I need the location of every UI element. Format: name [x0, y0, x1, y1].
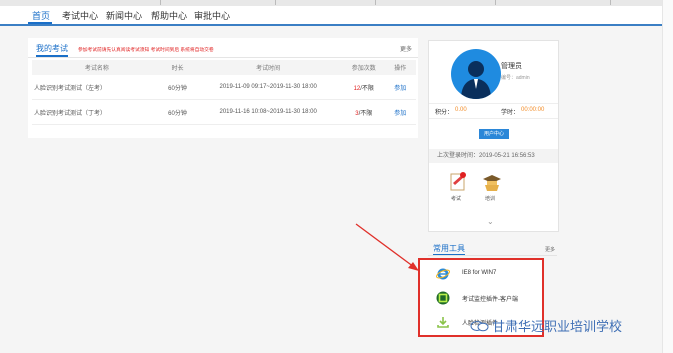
user-avatar-icon [461, 61, 491, 99]
divider [428, 255, 557, 256]
browser-tab[interactable] [495, 0, 611, 5]
exam-attempts: 12/不限 [343, 75, 385, 100]
exam-notice: 参加考试前请先认真阅读考试须知 考试时间到后 系统将自动交卷 [78, 46, 214, 53]
nav-help-center[interactable]: 帮助中心 [151, 9, 187, 22]
tool-item-ie8[interactable]: IE8 for WIN7 [436, 265, 544, 283]
exam-icon[interactable] [447, 171, 469, 193]
user-name: 管理员 [501, 63, 522, 70]
top-navigation: 首页 考试中心 新闻中心 帮助中心 审批中心 [0, 6, 673, 26]
exam-name: 人脸识别考试测试（丁考） [32, 99, 162, 125]
nav-active-indicator [28, 22, 52, 24]
nav-exam-center[interactable]: 考试中心 [62, 9, 98, 22]
column-header: 参加次数 [343, 60, 385, 75]
tool-label: IE8 for WIN7 [462, 270, 497, 276]
my-exams-panel: 我的考试 参加考试前请先认真阅读考试须知 考试时间到后 系统将自动交卷 更多 考… [28, 38, 418, 138]
nav-approval-center[interactable]: 审批中心 [194, 9, 230, 22]
browser-tab[interactable] [275, 0, 376, 5]
exam-duration: 60分钟 [161, 99, 194, 125]
exam-attempts: 3/不限 [343, 99, 385, 125]
exam-table: 考试名称 时长 考试时间 参加次数 操作 人脸识别考试测试（左考） 60分钟 2… [32, 60, 416, 125]
exam-name: 人脸识别考试测试（左考） [32, 75, 162, 100]
user-center-button[interactable]: 用户中心 [479, 129, 509, 139]
user-stats: 积分： 0.00 学时： 00:00:00 [429, 103, 558, 119]
column-header: 时长 [161, 60, 194, 75]
points-value: 0.00 [455, 107, 467, 113]
user-panel: 管理员 编号：admin 积分： 0.00 学时： 00:00:00 用户中心 … [428, 40, 559, 232]
watermark-text: 甘肃华远职业培训学校 [492, 319, 623, 334]
training-icon[interactable] [481, 171, 503, 193]
quick-label-exam: 考试 [451, 196, 462, 202]
study-label: 学时： [501, 110, 520, 116]
chevron-down-icon[interactable]: ⌄ [487, 217, 494, 226]
browser-tab[interactable] [375, 0, 496, 5]
tool-label: 考试监控插件-客户端 [462, 297, 518, 303]
download-icon [437, 317, 449, 328]
tool-item-plugin[interactable]: 考试监控插件-客户端 [436, 289, 544, 307]
quick-label-training: 培训 [485, 196, 496, 202]
avatar [451, 49, 501, 99]
attempts-limit: /不限 [360, 85, 374, 92]
exam-time: 2019-11-09 09:17~2019-11-30 18:00 [193, 75, 344, 100]
nav-home[interactable]: 首页 [32, 9, 50, 22]
divider [28, 57, 418, 58]
user-id: 编号：admin [501, 75, 530, 81]
exam-time: 2019-11-16 10:08~2019-11-30 18:00 [193, 99, 344, 125]
scrollbar[interactable] [662, 0, 673, 353]
attempts-limit: /不限 [358, 110, 373, 117]
ie-icon [436, 268, 450, 280]
points-label: 积分： [435, 110, 454, 116]
column-header: 操作 [384, 60, 416, 75]
column-header: 考试时间 [193, 60, 344, 75]
join-exam-link[interactable]: 参加 [384, 75, 416, 100]
last-login: 上次登录时间：2019-05-21 16:56:53 [429, 149, 558, 163]
browser-tab[interactable] [160, 0, 276, 5]
column-header: 考试名称 [32, 60, 162, 75]
plugin-icon [436, 291, 450, 305]
exam-duration: 60分钟 [161, 75, 194, 100]
table-row: 人脸识别考试测试（左考） 60分钟 2019-11-09 09:17~2019-… [32, 75, 416, 100]
browser-tab[interactable] [60, 0, 161, 5]
nav-news-center[interactable]: 新闻中心 [106, 9, 142, 22]
my-exams-title[interactable]: 我的考试 [36, 43, 68, 57]
study-value: 00:00:00 [521, 107, 545, 113]
wechat-logo-icon [470, 321, 489, 332]
join-exam-link[interactable]: 参加 [384, 99, 416, 125]
tools-more-link[interactable]: 更多 [545, 246, 555, 253]
table-row: 人脸识别考试测试（丁考） 60分钟 2019-11-16 10:08~2019-… [32, 99, 416, 125]
exams-more-link[interactable]: 更多 [400, 44, 412, 53]
